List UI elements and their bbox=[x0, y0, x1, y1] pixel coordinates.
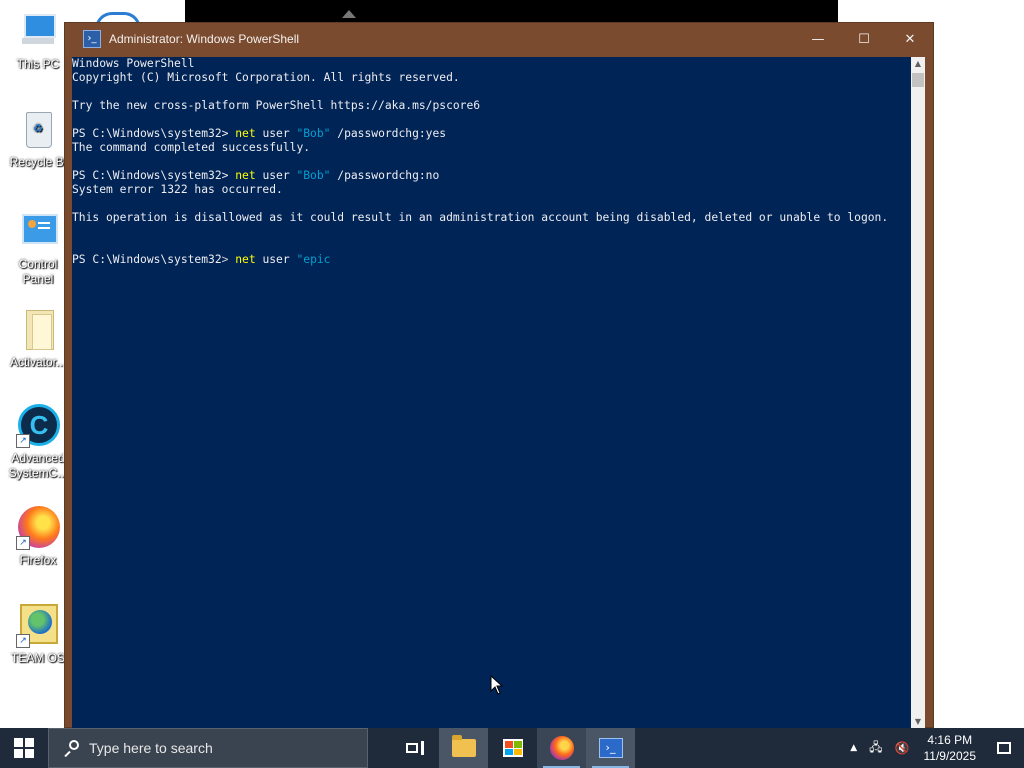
console-command-line: PS C:\Windows\system32> net user "Bob" /… bbox=[72, 127, 913, 141]
taskbar-file-explorer[interactable] bbox=[439, 728, 488, 768]
command-string: "Bob" bbox=[296, 169, 331, 182]
notification-center-button[interactable] bbox=[984, 728, 1024, 768]
volume-muted-icon[interactable]: 🔇 bbox=[889, 741, 916, 755]
show-hidden-icons-icon[interactable]: ▲ bbox=[844, 743, 863, 753]
command-text: user bbox=[255, 127, 297, 140]
command-arg: /passwordchg:yes bbox=[330, 127, 447, 140]
taskbar-powershell[interactable]: ›_ bbox=[586, 728, 635, 768]
scroll-thumb[interactable] bbox=[912, 73, 924, 87]
maximize-button[interactable]: ☐ bbox=[841, 23, 887, 55]
window-titlebar[interactable]: ›_ Administrator: Windows PowerShell — ☐… bbox=[65, 23, 933, 55]
firefox-icon bbox=[549, 736, 574, 760]
window-title: Administrator: Windows PowerShell bbox=[109, 32, 300, 46]
notification-icon bbox=[997, 742, 1011, 754]
scroll-up-icon[interactable]: ▲ bbox=[911, 57, 925, 71]
console-line: Windows PowerShell bbox=[72, 57, 195, 70]
command-name: net bbox=[235, 169, 256, 182]
shortcut-arrow-icon: ↗ bbox=[16, 634, 30, 648]
task-view-button[interactable] bbox=[390, 728, 439, 768]
prompt: PS C:\Windows\system32> bbox=[72, 169, 236, 182]
arrow-icon bbox=[342, 10, 356, 18]
clock-date: 11/9/2025 bbox=[923, 749, 977, 763]
system-tray: ▲ 🖧 🔇 4:16 PM 11/9/2025 bbox=[844, 728, 1024, 768]
taskbar-search-box[interactable]: Type here to search bbox=[48, 728, 368, 768]
command-string: "Bob" bbox=[296, 127, 331, 140]
background-window-edge bbox=[185, 0, 838, 22]
prompt: PS C:\Windows\system32> bbox=[72, 127, 236, 140]
windows-logo-icon bbox=[14, 738, 34, 758]
shortcut-arrow-icon: ↗ bbox=[16, 434, 30, 448]
vertical-scrollbar[interactable]: ▲ ▼ bbox=[911, 57, 925, 729]
powershell-window[interactable]: ›_ Administrator: Windows PowerShell — ☐… bbox=[64, 22, 934, 729]
console-input-line[interactable]: PS C:\Windows\system32> net user "epic bbox=[72, 253, 913, 267]
search-placeholder: Type here to search bbox=[89, 740, 213, 756]
command-name: net bbox=[235, 127, 256, 140]
recycle-bin-icon: ♻ bbox=[16, 108, 60, 152]
command-text: user bbox=[255, 253, 297, 266]
taskbar-clock[interactable]: 4:16 PM 11/9/2025 bbox=[916, 732, 985, 764]
command-name: net bbox=[235, 253, 256, 266]
command-arg: /passwordchg:no bbox=[330, 169, 440, 182]
console-line: System error 1322 has occurred. bbox=[72, 183, 283, 196]
console-output[interactable]: Windows PowerShell Copyright (C) Microso… bbox=[72, 57, 913, 729]
prompt-caret: > bbox=[221, 253, 236, 266]
console-line: Try the new cross-platform PowerShell ht… bbox=[72, 99, 481, 112]
window-controls: — ☐ ✕ bbox=[795, 23, 933, 55]
prompt: PS C:\Windows\system32 bbox=[72, 253, 222, 266]
minimize-button[interactable]: — bbox=[795, 23, 841, 55]
taskbar: Type here to search ›_ ▲ 🖧 🔇 4:16 PM 11/… bbox=[0, 728, 1024, 768]
console-error-line: This operation is disallowed as it could… bbox=[72, 211, 889, 224]
this-pc-icon bbox=[16, 10, 60, 54]
powershell-icon: ›_ bbox=[83, 30, 101, 48]
mouse-cursor-icon bbox=[490, 675, 504, 695]
file-explorer-icon bbox=[451, 735, 476, 757]
close-button[interactable]: ✕ bbox=[887, 23, 933, 55]
taskbar-firefox[interactable] bbox=[537, 728, 586, 768]
shortcut-arrow-icon: ↗ bbox=[16, 536, 30, 550]
folder-icon bbox=[16, 308, 60, 352]
console-line: The command completed successfully. bbox=[72, 141, 311, 154]
console-command-line: PS C:\Windows\system32> net user "Bob" /… bbox=[72, 169, 913, 183]
team-os-icon: ↗ bbox=[16, 604, 60, 648]
powershell-icon: ›_ bbox=[598, 738, 623, 758]
command-text: user bbox=[255, 169, 297, 182]
task-view-icon bbox=[405, 741, 424, 755]
start-button[interactable] bbox=[0, 728, 48, 768]
microsoft-store-icon bbox=[502, 739, 523, 757]
firefox-icon: ↗ bbox=[16, 506, 60, 550]
control-panel-icon bbox=[16, 210, 60, 254]
clock-time: 4:16 PM bbox=[927, 733, 973, 747]
advanced-systemcare-icon: C ↗ bbox=[16, 404, 60, 448]
scroll-down-icon[interactable]: ▼ bbox=[911, 715, 925, 729]
search-icon bbox=[63, 740, 79, 758]
taskbar-microsoft-store[interactable] bbox=[488, 728, 537, 768]
network-icon[interactable]: 🖧 bbox=[863, 738, 888, 759]
console-line: Copyright (C) Microsoft Corporation. All… bbox=[72, 71, 460, 84]
command-string: "epic bbox=[296, 253, 331, 266]
